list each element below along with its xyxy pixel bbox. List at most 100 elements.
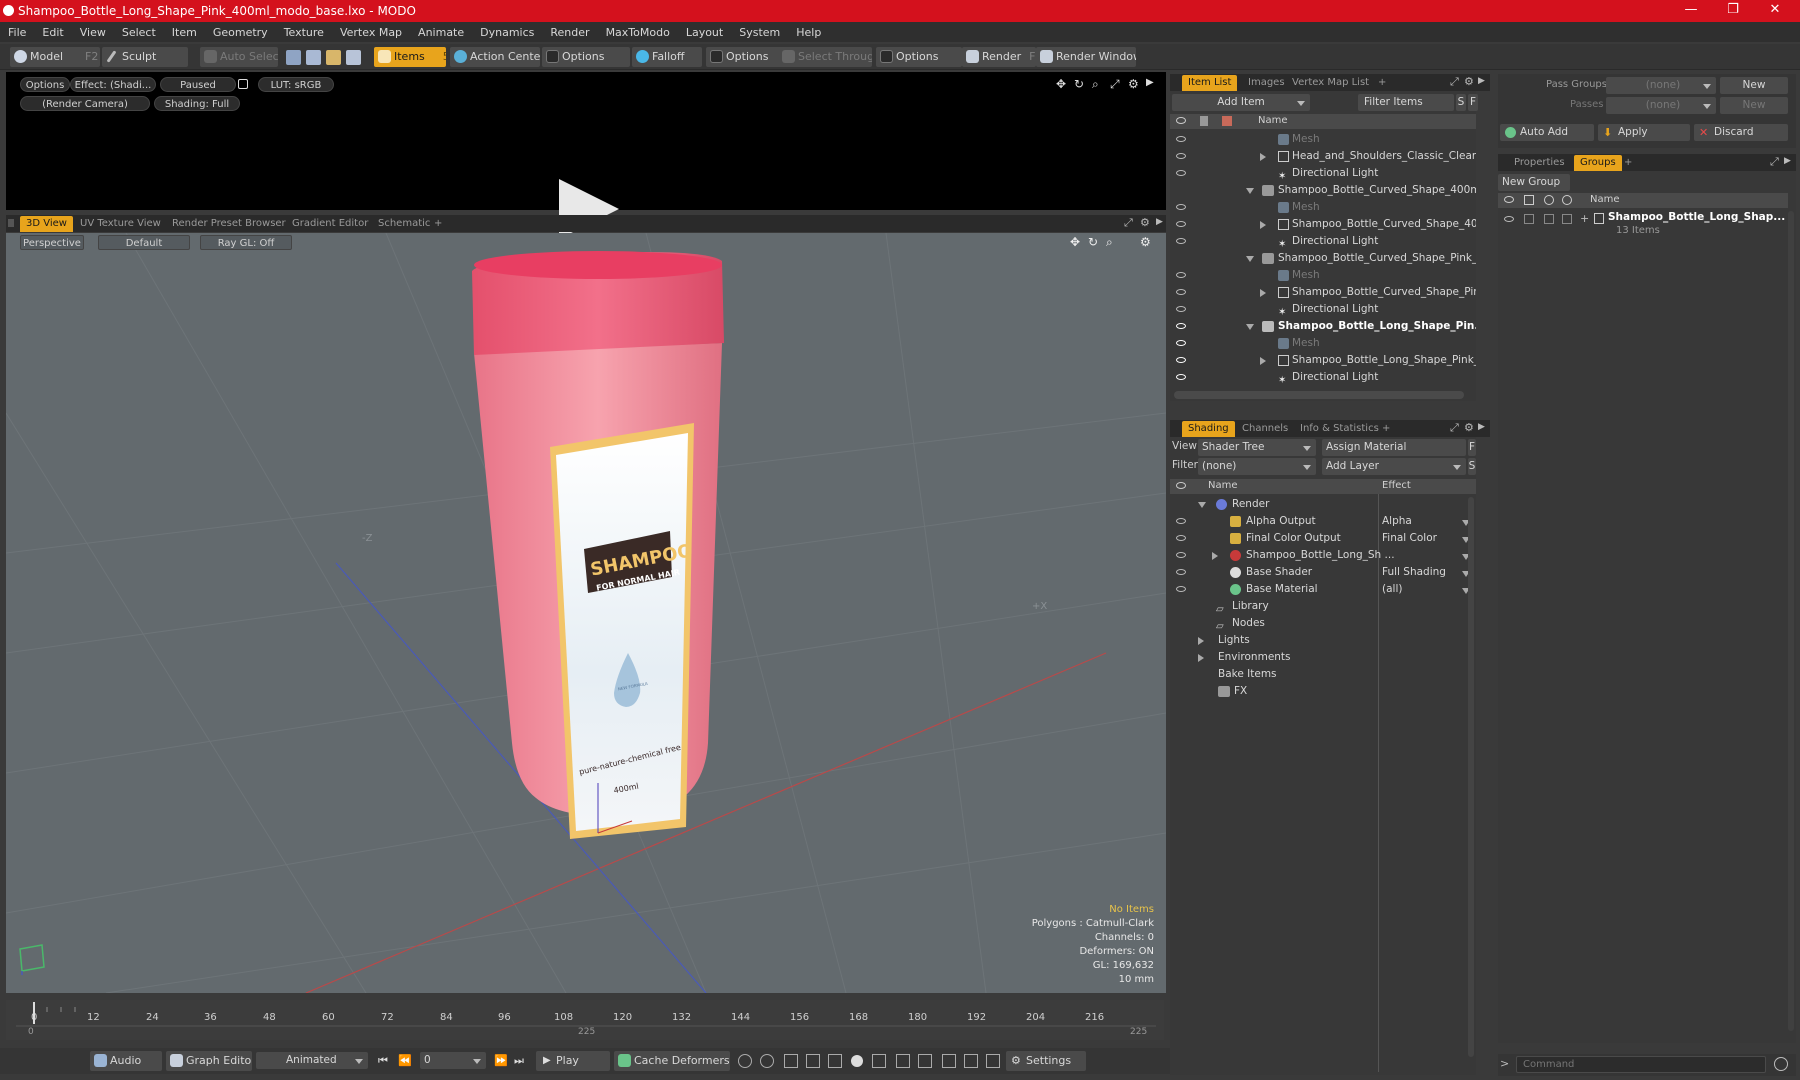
new-group-button[interactable]: New Group xyxy=(1498,174,1570,191)
list-item[interactable]: ✶ Directional Light xyxy=(1170,369,1476,386)
render-camera-dropdown[interactable]: (Render Camera) xyxy=(20,96,150,111)
f-button[interactable]: F xyxy=(1468,439,1476,456)
visibility-icon[interactable] xyxy=(1176,272,1186,278)
render-button[interactable]: Render F9 xyxy=(962,47,1036,67)
falloff-button[interactable]: Falloff xyxy=(632,47,702,67)
command-input[interactable] xyxy=(1516,1056,1766,1073)
new-pass-group-button[interactable]: New xyxy=(1720,77,1788,94)
list-item[interactable]: Mesh xyxy=(1170,267,1476,284)
shader-item-bake-items[interactable]: Bake Items xyxy=(1170,666,1476,683)
auto-add-button[interactable]: Auto Add xyxy=(1500,124,1594,141)
expand-icon[interactable]: ⤢ xyxy=(1124,216,1133,230)
pass-groups-dropdown[interactable]: (none) xyxy=(1606,77,1716,94)
keyframe-tool-icon-7[interactable] xyxy=(896,1054,910,1068)
visibility-icon[interactable] xyxy=(1176,569,1186,575)
tab-info-statistics[interactable]: Info & Statistics xyxy=(1294,421,1385,437)
gear-icon[interactable]: ⚙ xyxy=(1140,235,1151,249)
shader-item-base-material[interactable]: Base Material (all) xyxy=(1170,581,1476,598)
skip-start-icon[interactable]: ⏮ xyxy=(378,1054,388,1068)
sculpt-button[interactable]: Sculpt xyxy=(102,47,188,67)
menu-maxtomodo[interactable]: MaxToModo xyxy=(598,26,678,39)
s-button[interactable]: S xyxy=(1468,458,1476,475)
timeline[interactable]: 0 12 24 36 48 60 72 84 96 108 120 132 14… xyxy=(6,1000,1164,1040)
maximize-icon[interactable]: ❐ xyxy=(1710,0,1756,22)
expand-icon[interactable]: ⤢ xyxy=(1450,421,1459,435)
collapse-arrow-icon[interactable] xyxy=(1246,188,1254,194)
command-history-icon[interactable] xyxy=(1774,1057,1788,1071)
effect-value[interactable]: Full Shading xyxy=(1382,564,1446,581)
list-item[interactable]: Shampoo_Bottle_Long_Shape_Pin... xyxy=(1170,318,1476,335)
tab-item-list[interactable]: Item List xyxy=(1182,75,1238,91)
refresh-icon[interactable]: ↻ xyxy=(1074,77,1084,91)
apply-button[interactable]: ⬇ Apply xyxy=(1598,124,1690,141)
menu-edit[interactable]: Edit xyxy=(34,26,71,39)
menu-dynamics[interactable]: Dynamics xyxy=(472,26,542,39)
perspective-dropdown[interactable]: Perspective xyxy=(20,235,84,250)
lut-dropdown[interactable]: LUT: sRGB xyxy=(258,77,334,92)
panel-menu-icon[interactable]: ▶ xyxy=(1784,156,1791,166)
expand-icon[interactable]: ⤢ xyxy=(1110,77,1120,92)
add-tab-button[interactable]: + xyxy=(428,216,448,232)
list-item[interactable]: Mesh xyxy=(1170,335,1476,352)
tab-groups[interactable]: Groups xyxy=(1574,155,1622,171)
close-icon[interactable]: ✕ xyxy=(1752,0,1798,22)
list-item[interactable]: ✶ Directional Light xyxy=(1170,165,1476,182)
render-preview[interactable]: Options Effect: (Shadi... Paused LUT: sR… xyxy=(6,72,1166,239)
refresh-icon[interactable]: ↻ xyxy=(1088,235,1098,249)
menu-item[interactable]: Item xyxy=(164,26,205,39)
keyframe-tool-icon-5[interactable] xyxy=(828,1054,842,1068)
discard-button[interactable]: ✕ Discard xyxy=(1694,124,1788,141)
options-button-1[interactable]: Options xyxy=(542,47,630,67)
items-button[interactable]: Items 5 xyxy=(374,47,446,67)
visibility-icon[interactable] xyxy=(1176,153,1186,159)
default-dropdown[interactable]: Default xyxy=(98,235,190,250)
visibility-icon[interactable] xyxy=(1176,374,1186,380)
shader-item-environments[interactable]: Environments xyxy=(1170,649,1476,666)
tab-channels[interactable]: Channels xyxy=(1236,421,1294,437)
assign-material-button[interactable]: Assign Material xyxy=(1322,439,1466,456)
record-icon[interactable] xyxy=(851,1055,863,1067)
render-toggle-icon[interactable] xyxy=(1524,214,1534,224)
keyframe-tool-icon-8[interactable] xyxy=(918,1054,932,1068)
visibility-icon[interactable] xyxy=(1176,170,1186,176)
tab-gradient-editor[interactable]: Gradient Editor xyxy=(286,216,374,232)
add-tab-button[interactable]: + xyxy=(1372,75,1392,91)
edges-mode-icon[interactable] xyxy=(306,50,321,65)
menu-geometry[interactable]: Geometry xyxy=(205,26,276,39)
tab-properties[interactable]: Properties xyxy=(1508,155,1571,171)
keyframe-tool-icon-11[interactable] xyxy=(986,1054,1000,1068)
list-item[interactable]: Shampoo_Bottle_Curved_Shape_400 ... xyxy=(1170,216,1476,233)
keyframe-tool-icon-3[interactable] xyxy=(784,1054,798,1068)
visibility-icon[interactable] xyxy=(1176,238,1186,244)
visibility-icon[interactable] xyxy=(1176,586,1186,592)
shader-item-alpha-output[interactable]: Alpha Output Alpha xyxy=(1170,513,1476,530)
visibility-icon[interactable] xyxy=(1176,221,1186,227)
menu-help[interactable]: Help xyxy=(788,26,829,39)
cache-deformers-button[interactable]: Cache Deformers xyxy=(614,1051,730,1071)
visibility-icon[interactable] xyxy=(1176,289,1186,295)
vertical-scrollbar[interactable] xyxy=(1468,497,1474,1057)
panel-menu-icon[interactable]: ▶ xyxy=(1478,422,1485,432)
materials-mode-icon[interactable] xyxy=(346,50,361,65)
play-button[interactable]: ▶ Play xyxy=(536,1051,610,1071)
vertices-mode-icon[interactable] xyxy=(286,50,301,65)
name-column-header[interactable]: Name xyxy=(1208,480,1238,491)
shader-item-material-group[interactable]: Shampoo_Bottle_Long_Sh ... xyxy=(1170,547,1476,564)
tab-schematic[interactable]: Schematic xyxy=(372,216,436,232)
list-item[interactable]: ✶ Directional Light xyxy=(1170,233,1476,250)
visibility-icon[interactable] xyxy=(1176,306,1186,312)
visibility-icon[interactable] xyxy=(1176,323,1186,329)
render-window-button[interactable]: Render Window xyxy=(1036,47,1136,67)
panel-menu-icon[interactable]: ▶ xyxy=(1478,76,1485,86)
minimize-icon[interactable]: — xyxy=(1668,0,1714,22)
tab-images[interactable]: Images xyxy=(1242,75,1291,91)
visibility-icon[interactable] xyxy=(1176,552,1186,558)
expand-arrow-icon[interactable] xyxy=(1198,654,1204,662)
tab-vertex-map-list[interactable]: Vertex Map List xyxy=(1286,75,1375,91)
add-tab-button[interactable]: + xyxy=(1376,421,1396,437)
skip-end-icon[interactable]: ⏭ xyxy=(514,1054,524,1068)
expand-arrow-icon[interactable] xyxy=(1260,153,1266,161)
keyframe-tool-icon-10[interactable] xyxy=(964,1054,978,1068)
model-button[interactable]: Model F2 xyxy=(10,47,100,67)
gear-icon[interactable]: ⚙ xyxy=(1128,77,1139,91)
